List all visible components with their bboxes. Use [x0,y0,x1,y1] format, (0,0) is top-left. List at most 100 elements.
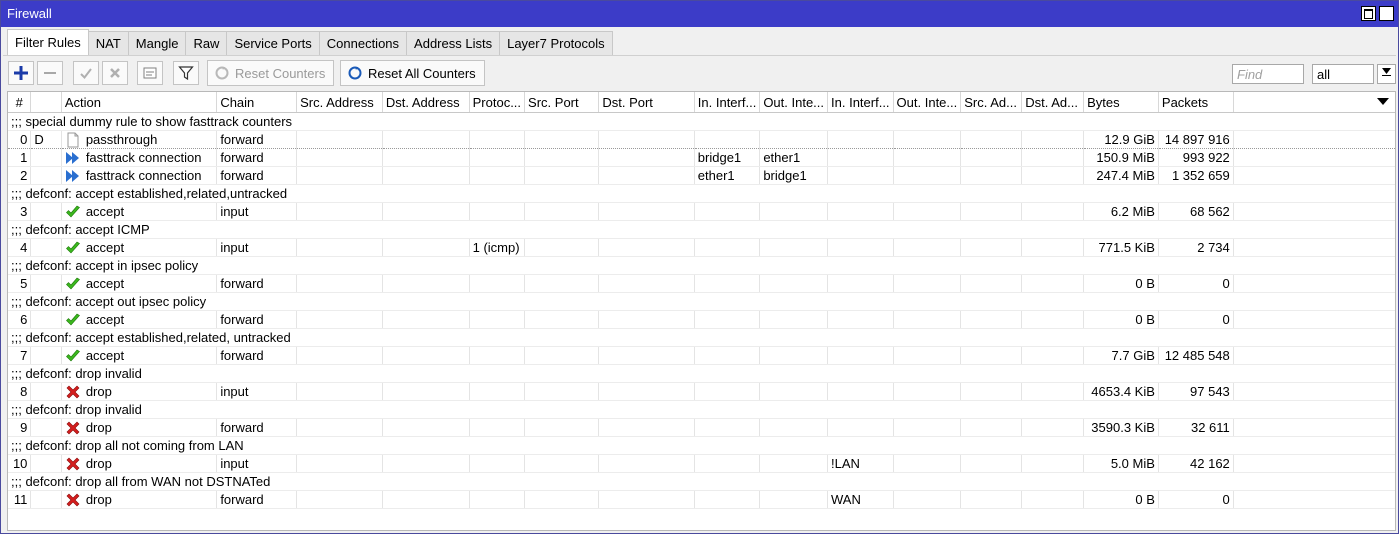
column-header[interactable]: Src. Port [524,92,600,113]
rule-src-address [296,490,383,509]
reset-all-counters-button[interactable]: Reset All Counters [340,60,485,86]
rule-row[interactable]: 4 accept input 1 (icmp) 771.5 KiB 2 734 [8,238,1395,257]
rule-protocol [469,274,526,293]
column-header[interactable]: Dst. Port [598,92,695,113]
close-button[interactable]: ✕ [1379,6,1394,21]
column-header[interactable]: Bytes [1083,92,1159,113]
remove-button[interactable] [37,61,63,85]
filter-select[interactable]: all [1312,64,1374,84]
rule-row[interactable]: 5 accept forward 0 B0 [8,274,1395,293]
rule-comment: ;;; special dummy rule to show fasttrack… [8,112,1395,131]
tab-service-ports[interactable]: Service Ports [226,31,320,55]
rule-dst-address [382,490,470,509]
rule-comment-row[interactable]: ;;; defconf: drop all not coming from LA… [8,436,1395,455]
rule-dst-address [382,418,470,437]
column-header[interactable]: Protoc... [469,92,526,113]
rule-number: 0 [8,130,32,149]
fasttrack-arrow-icon [65,151,79,164]
row-filler [1233,490,1395,509]
tab-nat[interactable]: NAT [87,31,129,55]
rule-comment-row[interactable]: ;;; defconf: accept established,related,… [8,328,1395,347]
rule-comment-row[interactable]: ;;; defconf: accept established,related,… [8,184,1395,203]
rule-number: 7 [8,346,32,365]
column-header[interactable]: # [8,92,32,113]
tab-raw[interactable]: Raw [185,31,228,55]
rule-in-interface [694,346,761,365]
row-filler [1233,166,1395,185]
title-bar[interactable]: Firewall ✕ [1,1,1398,27]
rule-action: accept [61,310,218,329]
column-header[interactable]: Dst. Address [382,92,470,113]
column-header[interactable]: Dst. Ad... [1021,92,1085,113]
column-menu-arrow[interactable] [1377,98,1389,105]
rule-row[interactable]: 9 drop forward 3590.3 KiB 32 611 [8,418,1395,437]
rule-comment-row[interactable]: ;;; special dummy rule to show fasttrack… [8,112,1395,131]
column-header[interactable] [30,92,62,113]
rule-row[interactable]: 6 accept forward 0 B0 [8,310,1395,329]
rule-row[interactable]: 0 Dpassthrough forward 12.9 GiB 14 897 916 [8,130,1395,149]
rule-src-port [524,166,600,185]
rule-bytes: 771.5 KiB [1083,238,1159,257]
rule-number: 5 [8,274,32,293]
rule-in-interface-list: WAN [827,490,894,509]
find-input[interactable]: Find [1232,64,1304,84]
rule-number: 1 [8,148,32,167]
reset-counters-button[interactable]: Reset Counters [207,60,335,86]
rule-row[interactable]: 1 fasttrack connection forward bridge1 ether… [8,148,1395,167]
rules-table: # Action Chain Src. Address Dst. Address Prot… [7,91,1396,531]
rule-row[interactable]: 7 accept forward 7.7 GiB 12 485 548 [8,346,1395,365]
filter-button[interactable] [173,61,199,85]
rule-protocol [469,148,526,167]
rule-comment-row[interactable]: ;;; defconf: drop invalid [8,400,1395,419]
rule-action: fasttrack connection [61,148,218,167]
rule-action-label: drop [85,456,112,471]
column-header[interactable]: Src. Address [296,92,383,113]
rule-action-label: drop [85,492,112,507]
rule-row[interactable]: 2 fasttrack connection forward ether1 bridge… [8,166,1395,185]
rule-src-address [296,166,383,185]
tab-address-lists[interactable]: Address Lists [406,31,501,55]
filter-icon [178,66,194,81]
tab-mangle[interactable]: Mangle [127,31,187,55]
rule-packets: 12 485 548 [1158,346,1234,365]
rule-chain: forward [216,274,298,293]
minus-icon [44,72,56,74]
rule-comment-row[interactable]: ;;; defconf: accept ICMP [8,220,1395,239]
filter-select-dropdown[interactable] [1377,64,1396,84]
tab-layer7-protocols[interactable]: Layer7 Protocols [499,31,613,55]
column-header[interactable]: Out. Inte... [759,92,829,113]
column-header[interactable]: Src. Ad... [960,92,1023,113]
rule-comment-row[interactable]: ;;; defconf: accept out ipsec policy [8,292,1395,311]
rule-row[interactable]: 11 drop forward WAN 0 B0 [8,490,1395,509]
enable-button[interactable] [73,61,99,85]
rule-bytes: 247.4 MiB [1083,166,1159,185]
comment-button[interactable] [137,61,163,85]
column-header[interactable]: Out. Inte... [893,92,962,113]
rule-src-address [296,346,383,365]
rule-comment-row[interactable]: ;;; defconf: drop invalid [8,364,1395,383]
tab-filter-rules[interactable]: Filter Rules [7,29,89,55]
column-header[interactable]: Chain [216,92,298,113]
drop-x-icon [66,385,80,398]
rule-dst-address [382,130,470,149]
add-button[interactable] [8,61,34,85]
rule-dst-port [598,238,695,257]
rule-src-address-list [960,454,1023,473]
rule-flag [30,418,62,437]
rule-row[interactable]: 3 accept input 6.2 MiB 68 562 [8,202,1395,221]
rule-comment-row[interactable]: ;;; defconf: drop all from WAN not DSTNA… [8,472,1395,491]
maximize-button[interactable] [1361,6,1376,21]
rule-action-label: accept [85,276,125,291]
rule-dst-address [382,310,470,329]
rule-row[interactable]: 10 drop input !LAN 5.0 MiB 42 162 [8,454,1395,473]
rule-dst-address [382,274,470,293]
rule-row[interactable]: 8 drop input 4653.4 KiB 97 543 [8,382,1395,401]
column-header[interactable]: Packets [1158,92,1234,113]
disable-button[interactable] [102,61,128,85]
tab-connections[interactable]: Connections [318,31,408,55]
column-header[interactable]: Action [61,92,218,113]
column-header[interactable]: In. Interf... [694,92,761,113]
rule-src-port [524,238,600,257]
rule-comment-row[interactable]: ;;; defconf: accept in ipsec policy [8,256,1395,275]
column-header[interactable]: In. Interf... [827,92,894,113]
